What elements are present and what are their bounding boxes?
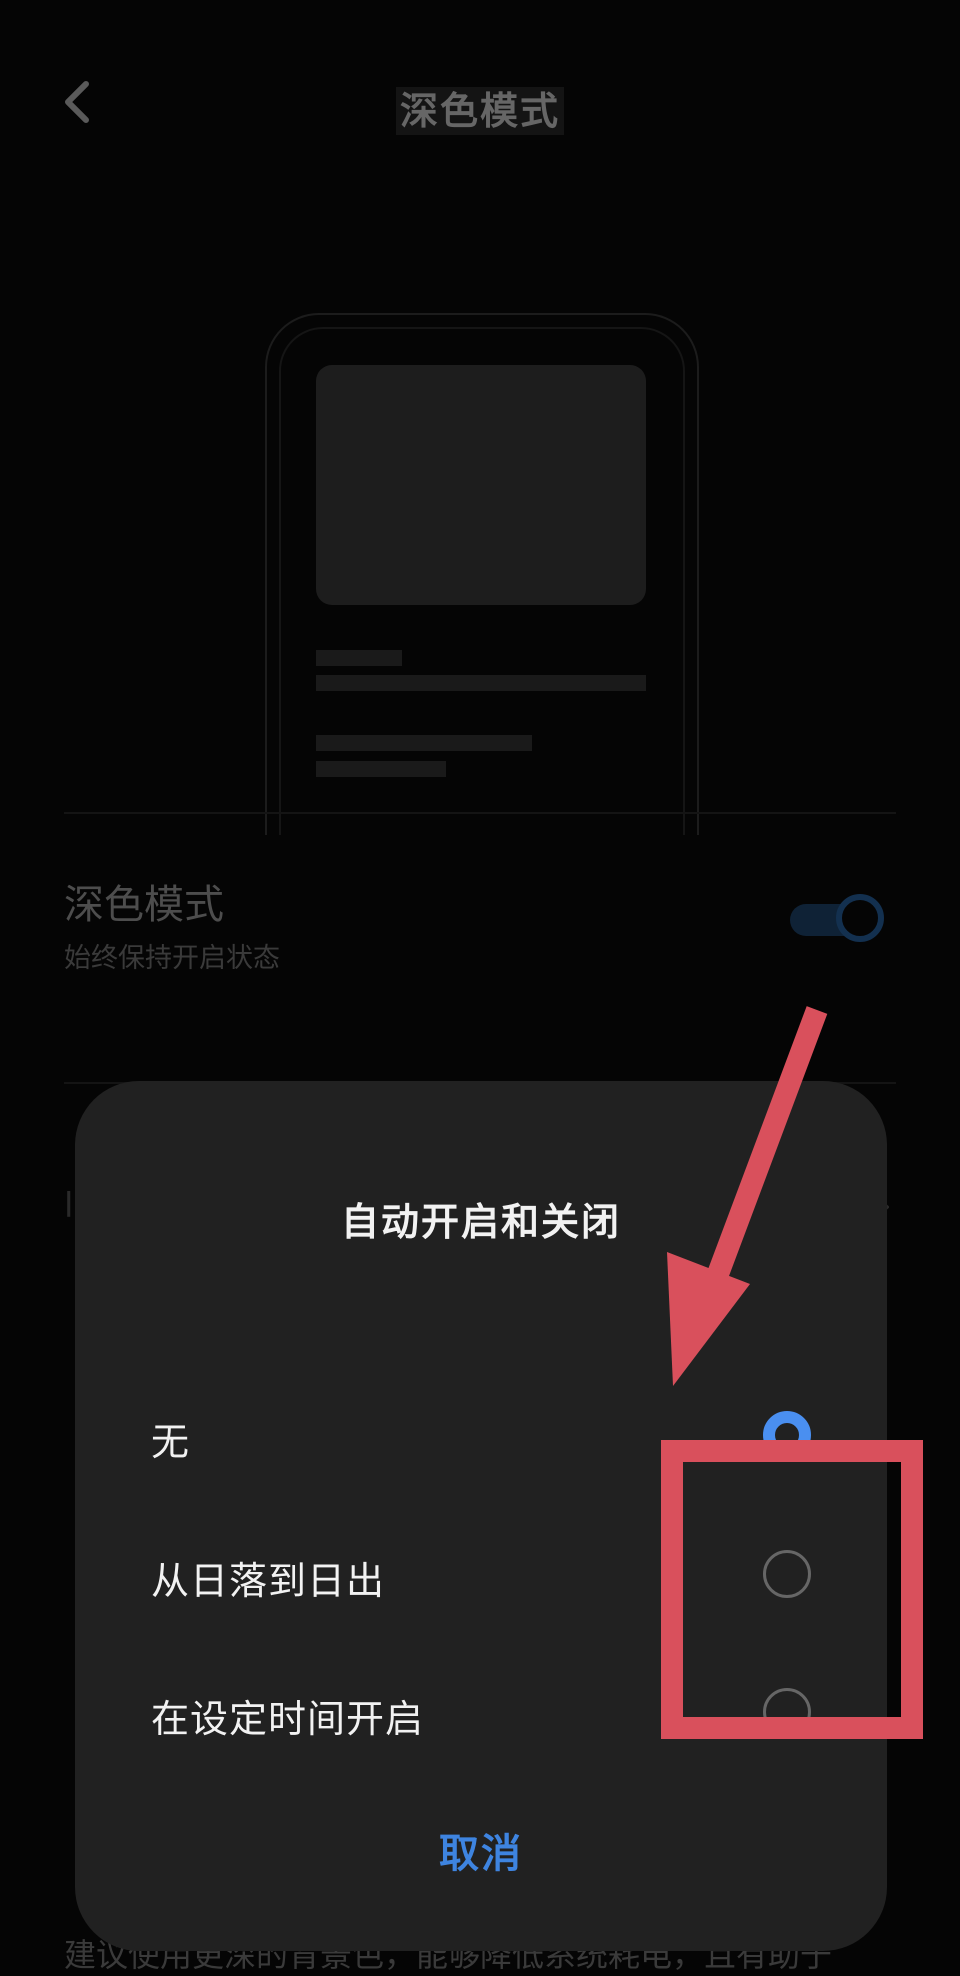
option-label: 从日落到日出 bbox=[151, 1559, 386, 1603]
option-none[interactable]: 无 bbox=[75, 1379, 887, 1489]
option-sunset-to-sunrise[interactable]: 从日落到日出 bbox=[75, 1518, 887, 1628]
radio-unselected-icon[interactable] bbox=[763, 1688, 811, 1736]
preview-image-block bbox=[316, 365, 646, 605]
preview-line bbox=[316, 761, 446, 777]
dialog-title: 自动开启和关闭 bbox=[340, 1200, 621, 1244]
dark-mode-label: 深色模式 bbox=[64, 882, 224, 928]
preview-line bbox=[316, 735, 532, 751]
radio-unselected-icon[interactable] bbox=[763, 1550, 811, 1598]
dark-mode-settings-screen: 深色模式 深色模式 始终保持开启状态 l › 建议使用更深的背景色，能够降低系统… bbox=[0, 0, 960, 1976]
preview-line bbox=[316, 650, 402, 666]
divider bbox=[64, 812, 896, 814]
radio-selected-icon[interactable] bbox=[763, 1411, 811, 1459]
auto-switch-dialog: 自动开启和关闭 无 从日落到日出 在设定时间开启 取消 bbox=[75, 1081, 887, 1951]
option-label: 无 bbox=[151, 1420, 191, 1464]
dark-mode-toggle[interactable] bbox=[790, 894, 894, 946]
preview-line bbox=[316, 675, 646, 691]
background-row-hint: l bbox=[64, 1186, 74, 1226]
cancel-button[interactable]: 取消 bbox=[75, 1821, 887, 1879]
option-scheduled-time[interactable]: 在设定时间开启 bbox=[75, 1656, 887, 1766]
dark-mode-subtitle: 始终保持开启状态 bbox=[64, 943, 280, 974]
option-label: 在设定时间开启 bbox=[151, 1697, 425, 1741]
